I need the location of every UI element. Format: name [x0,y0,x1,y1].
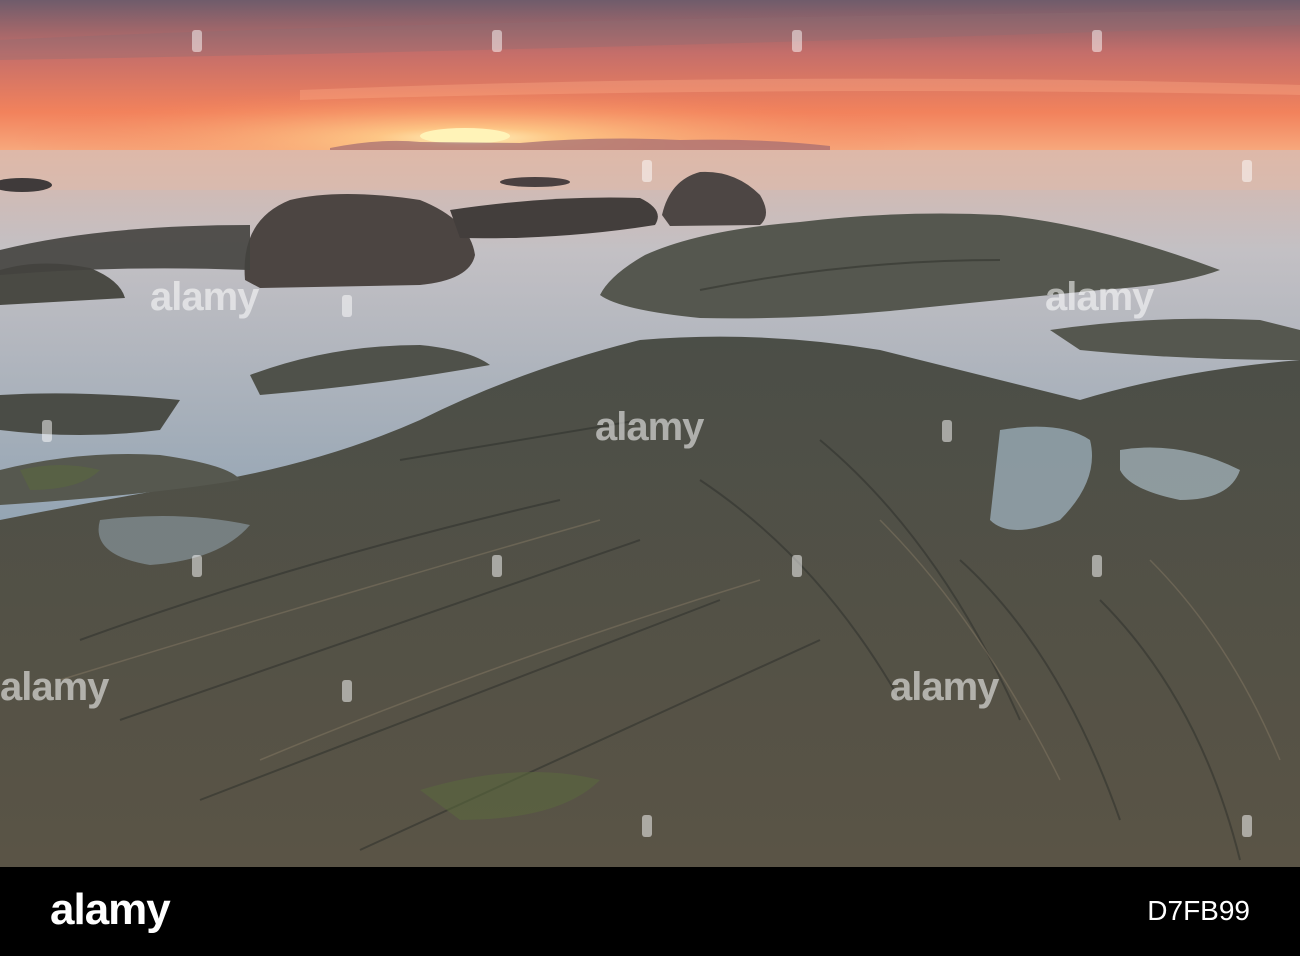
watermark-mark [792,555,802,577]
watermark-mark [642,815,652,837]
watermark-mark [342,295,352,317]
image-id: D7FB99 [1147,895,1250,926]
watermark-mark [942,420,952,442]
watermark-mark [792,30,802,52]
watermark-text: alamy [150,275,259,319]
watermark-mark [1092,30,1102,52]
watermark-text: alamy [0,665,109,709]
watermark-text: alamy [1045,275,1154,319]
footer-bar: alamy D7FB99 [0,867,1300,956]
watermark-mark [42,420,52,442]
watermark-mark [192,30,202,52]
watermark-mark [492,30,502,52]
sun [420,128,510,144]
watermark-text: alamy [595,405,704,449]
watermark-mark [492,555,502,577]
alamy-logo: alamy [50,885,171,934]
watermark-mark [192,555,202,577]
watermark-mark [1092,555,1102,577]
watermark-mark [642,160,652,182]
watermark-mark [342,680,352,702]
watermark-text: alamy [890,665,999,709]
landscape-photo: alamy alamy alamy alamy alamy [0,0,1300,867]
watermark-mark [1242,815,1252,837]
watermark-mark [1242,160,1252,182]
